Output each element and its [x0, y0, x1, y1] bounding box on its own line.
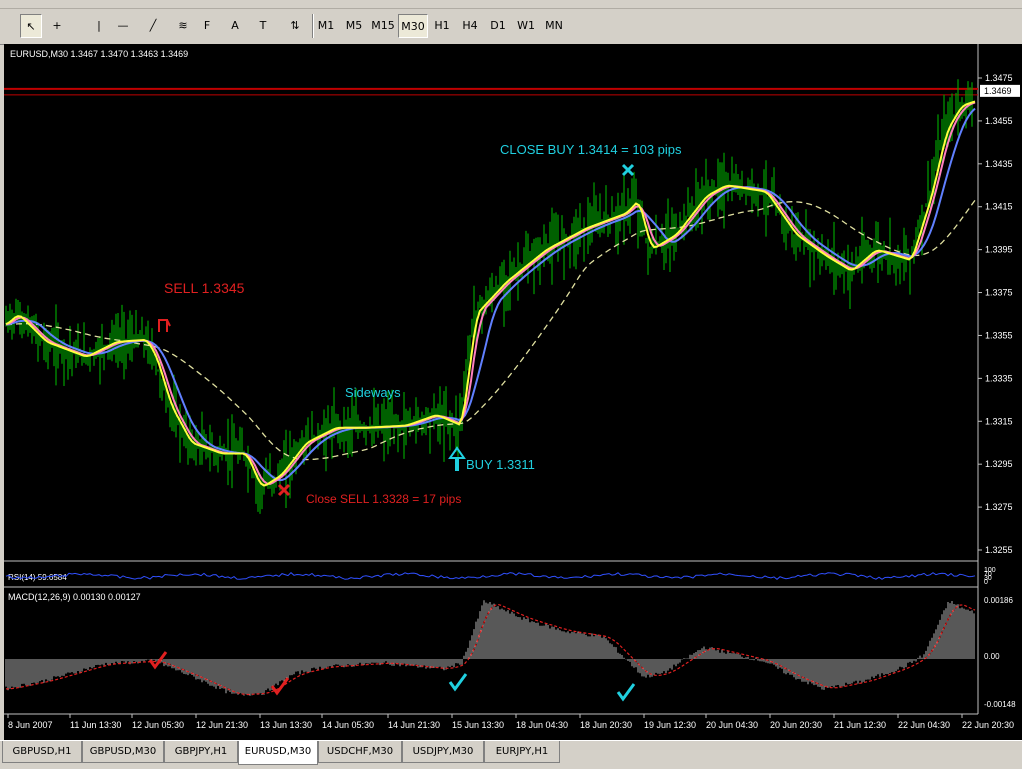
trendline-icon[interactable]: ╱: [142, 14, 164, 38]
time-tick-label: 13 Jun 13:30: [260, 720, 312, 730]
crosshair-icon[interactable]: +: [46, 14, 68, 38]
timeframe-m5-button[interactable]: M5: [340, 14, 368, 38]
chart-tab[interactable]: EURUSD,M30: [238, 741, 318, 765]
timeframe-h1-button[interactable]: H1: [428, 14, 456, 38]
macd-tick-label: 0.00186: [984, 596, 1013, 605]
chart-window[interactable]: EURUSD,M30 1.3467 1.3470 1.3463 1.3469 1.…: [4, 44, 1022, 740]
menu-strip: [0, 0, 1022, 9]
chart-tab[interactable]: GBPJPY,H1: [164, 741, 238, 763]
fibonacci-icon[interactable]: F: [196, 14, 218, 38]
buy-annotation-label: BUY 1.3311: [466, 457, 535, 472]
price-tick-label: 1.3335: [985, 373, 1013, 383]
current-price-label: 1.3469: [984, 86, 1012, 96]
toolbar: ↖ + | — ╱ ≋ F A T ⇅ M1 M5 M15 M30 H1 H4 D1 W1 MN: [0, 0, 1022, 45]
horizontal-line-icon[interactable]: —: [112, 14, 134, 38]
chart-tab[interactable]: USDCHF,M30: [318, 741, 402, 763]
price-tick-label: 1.3355: [985, 330, 1013, 340]
price-tick-label: 1.3375: [985, 288, 1013, 298]
price-tick-label: 1.3295: [985, 459, 1013, 469]
price-tick-label: 1.3275: [985, 502, 1013, 512]
price-tick-label: 1.3455: [985, 116, 1013, 126]
cursor-icon[interactable]: ↖: [20, 14, 42, 38]
chart-tab[interactable]: USDJPY,M30: [402, 741, 484, 763]
timeframe-m15-button[interactable]: M15: [368, 14, 398, 38]
time-tick-label: 22 Jun 04:30: [898, 720, 950, 730]
price-tick-label: 1.3415: [985, 202, 1013, 212]
sideways-annotation-label: Sideways: [345, 385, 401, 400]
macd-tick-label: 0.00: [984, 652, 1000, 661]
timeframe-w1-button[interactable]: W1: [512, 14, 540, 38]
price-tick-label: 1.3435: [985, 159, 1013, 169]
close-buy-annotation-label: CLOSE BUY 1.3414 = 103 pips: [500, 142, 682, 157]
chart-tab[interactable]: EURJPY,H1: [484, 741, 560, 763]
price-chart[interactable]: EURUSD,M30 1.3467 1.3470 1.3463 1.3469 1.…: [4, 44, 1022, 740]
symbol-info-label: EURUSD,M30 1.3467 1.3470 1.3463 1.3469: [10, 49, 188, 59]
time-tick-label: 15 Jun 13:30: [452, 720, 504, 730]
price-tick-label: 1.3255: [985, 545, 1013, 555]
sell-annotation-label: SELL 1.3345: [164, 280, 245, 296]
time-tick-label: 22 Jun 20:30: [962, 720, 1014, 730]
macd-label: MACD(12,26,9) 0.00130 0.00127: [8, 592, 141, 602]
timeframe-d1-button[interactable]: D1: [484, 14, 512, 38]
price-tick-label: 1.3395: [985, 245, 1013, 255]
time-tick-label: 20 Jun 04:30: [706, 720, 758, 730]
channel-icon[interactable]: ≋: [172, 14, 194, 38]
chart-tab[interactable]: GBPUSD,H1: [2, 741, 82, 763]
time-tick-label: 11 Jun 13:30: [70, 720, 121, 730]
time-tick-label: 18 Jun 04:30: [516, 720, 568, 730]
chart-tab[interactable]: GBPUSD,M30: [82, 741, 164, 763]
vertical-line-icon[interactable]: |: [88, 14, 110, 38]
time-tick-label: 21 Jun 12:30: [834, 720, 886, 730]
rsi-tick-label: 0: [984, 579, 988, 586]
macd-tick-label: -0.00148: [984, 700, 1016, 709]
time-tick-label: 12 Jun 21:30: [196, 720, 248, 730]
arrows-icon[interactable]: ⇅: [284, 14, 306, 38]
time-tick-label: 14 Jun 21:30: [388, 720, 440, 730]
time-tick-label: 12 Jun 05:30: [132, 720, 184, 730]
timeframe-m30-button[interactable]: M30: [398, 14, 428, 38]
close-sell-annotation-label: Close SELL 1.3328 = 17 pips: [306, 492, 461, 506]
text-label-icon[interactable]: T: [252, 14, 274, 38]
time-tick-label: 8 Jun 2007: [8, 720, 53, 730]
price-tick-label: 1.3315: [985, 416, 1013, 426]
time-tick-label: 14 Jun 05:30: [322, 720, 374, 730]
text-icon[interactable]: A: [224, 14, 246, 38]
time-tick-label: 20 Jun 20:30: [770, 720, 822, 730]
time-tick-label: 19 Jun 12:30: [644, 720, 696, 730]
timeframe-h4-button[interactable]: H4: [456, 14, 484, 38]
timeframe-m1-button[interactable]: M1: [312, 14, 340, 38]
chart-tabs: GBPUSD,H1 GBPUSD,M30 GBPJPY,H1 EURUSD,M30 US…: [0, 740, 1022, 769]
time-tick-label: 18 Jun 20:30: [580, 720, 632, 730]
timeframe-mn-button[interactable]: MN: [540, 14, 568, 38]
price-tick-label: 1.3475: [985, 73, 1013, 83]
